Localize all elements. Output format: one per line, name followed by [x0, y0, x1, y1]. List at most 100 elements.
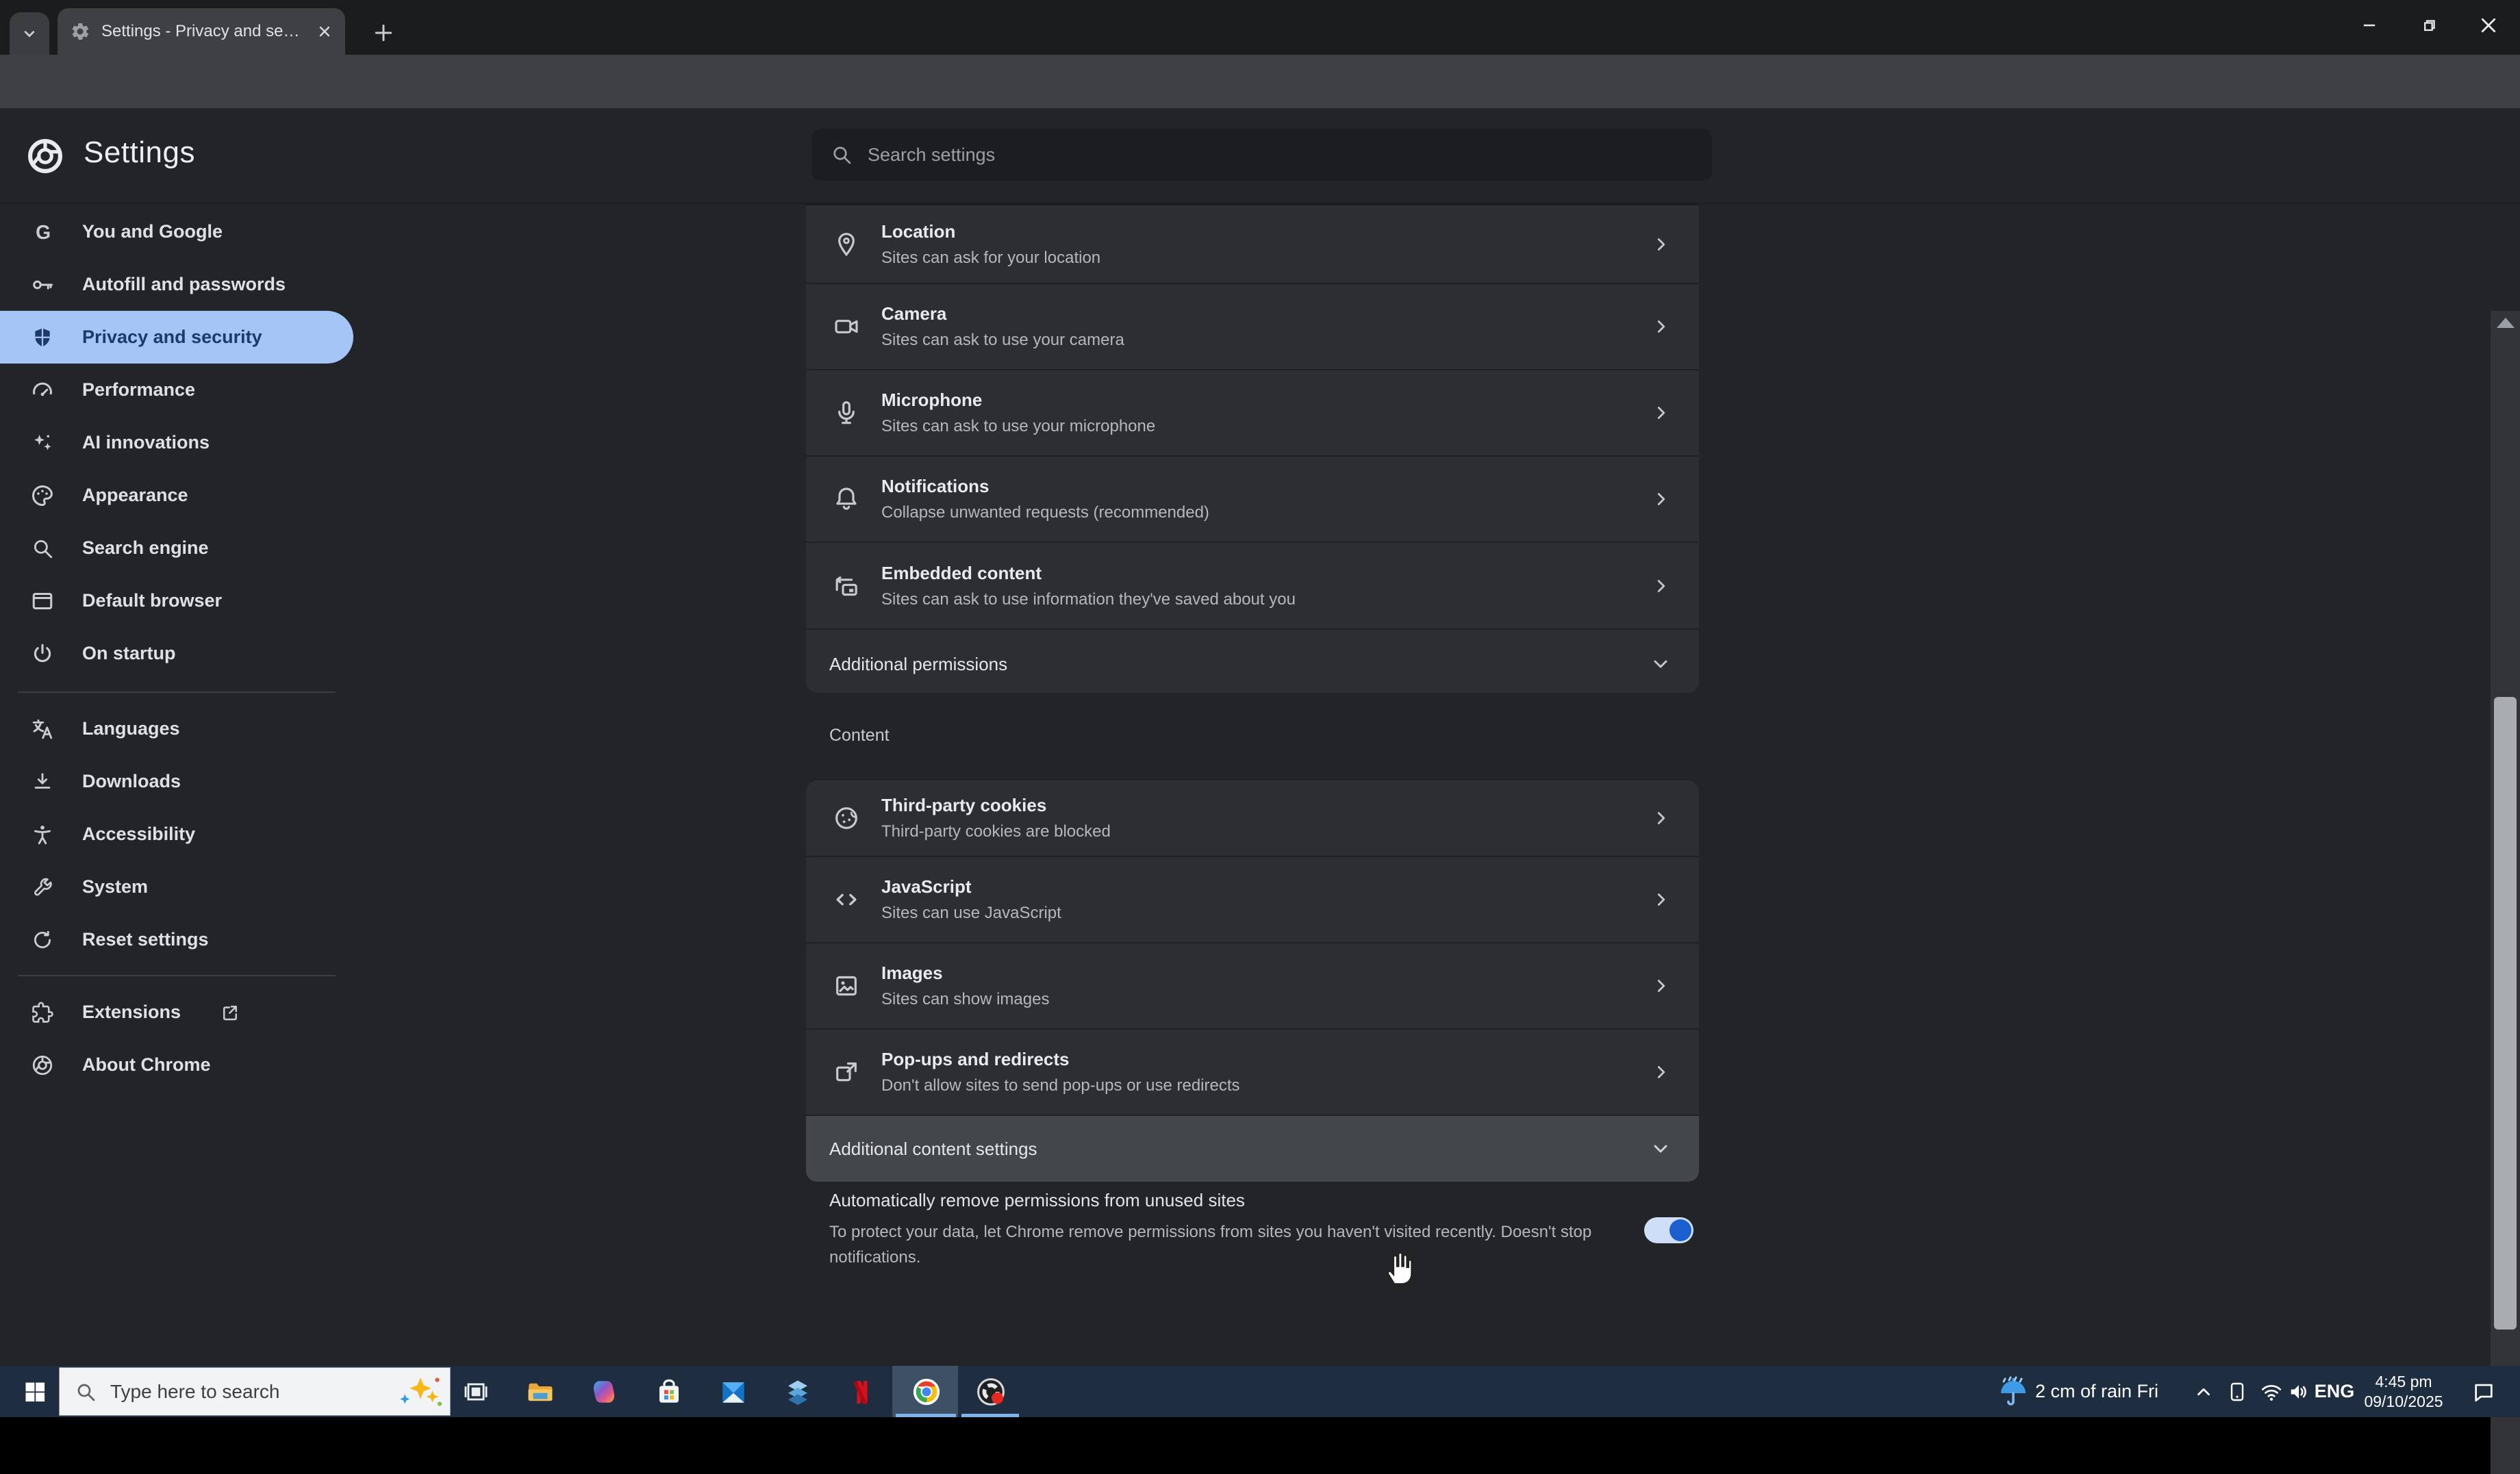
- chevron-right-icon: [1651, 489, 1672, 509]
- mail-button[interactable]: [701, 1366, 766, 1417]
- row-subtitle: Sites can ask to use your camera: [881, 331, 1124, 349]
- row-subtitle: Sites can ask to use your microphone: [881, 417, 1156, 435]
- key-icon: [29, 271, 56, 298]
- cookie-icon: [831, 802, 862, 834]
- wifi-icon: [2261, 1384, 2282, 1401]
- setting-row-camera[interactable]: Camera Sites can ask to use your camera: [806, 284, 1699, 370]
- setting-row-notifications[interactable]: Notifications Collapse unwanted requests …: [806, 457, 1699, 543]
- browser-toolbar: Chrome chrome://settings/content: [0, 55, 2520, 156]
- microsoft-store-button[interactable]: [637, 1366, 701, 1417]
- sidebar-item-reset-settings[interactable]: Reset settings: [0, 913, 353, 966]
- palette-icon: [29, 482, 56, 509]
- new-tab-button[interactable]: [366, 15, 401, 51]
- sidebar-item-system[interactable]: System: [0, 861, 353, 913]
- sidebar-item-label: Extensions: [82, 1002, 181, 1022]
- sidebar-item-extensions[interactable]: Extensions: [0, 986, 353, 1039]
- task-view-button[interactable]: [444, 1366, 508, 1417]
- obs-icon: [977, 1377, 1005, 1406]
- additional-content-settings-expander[interactable]: Additional content settings: [806, 1116, 1699, 1182]
- taskbar-search-placeholder: Type here to search: [110, 1380, 280, 1402]
- volume-icon[interactable]: [2280, 1366, 2317, 1417]
- minimize-icon: [2363, 24, 2376, 27]
- security-app-button[interactable]: [766, 1366, 830, 1417]
- chevron-right-icon: [1651, 403, 1672, 423]
- image-icon: [831, 970, 862, 1002]
- action-center-button[interactable]: [2460, 1366, 2508, 1417]
- row-subtitle: Sites can use JavaScript: [881, 904, 1061, 922]
- netflix-button[interactable]: [830, 1366, 894, 1417]
- language-indicator[interactable]: ENG: [2313, 1366, 2356, 1417]
- location-pin-icon: [831, 229, 862, 260]
- section-label-content: Content: [829, 726, 890, 745]
- sidebar-item-on-startup[interactable]: On startup: [0, 627, 353, 680]
- sidebar-item-privacy-and-security[interactable]: Privacy and security: [0, 311, 353, 364]
- row-title: Third-party cookies: [881, 795, 1047, 815]
- weather-icon[interactable]: [1989, 1366, 2037, 1417]
- phone-link-icon: [2230, 1382, 2244, 1401]
- copilot-icon: [593, 1380, 615, 1403]
- file-explorer-button[interactable]: [508, 1366, 572, 1417]
- start-button[interactable]: [12, 1366, 58, 1417]
- scrollbar-thumb[interactable]: [2494, 697, 2517, 1330]
- chrome-settings-logo-icon: [28, 139, 62, 173]
- tab-close-icon[interactable]: [316, 23, 333, 40]
- sidebar-item-label: Search engine: [82, 537, 209, 558]
- auto-remove-toggle[interactable]: [1644, 1217, 1693, 1243]
- copilot-button[interactable]: [572, 1366, 637, 1417]
- sidebar-item-ai-innovations[interactable]: AI innovations: [0, 416, 353, 469]
- task-view-icon: [464, 1382, 488, 1401]
- sidebar-item-you-and-google[interactable]: G You and Google: [0, 205, 353, 258]
- window-minimize-button[interactable]: [2340, 0, 2399, 51]
- tray-date: 09/10/2025: [2364, 1392, 2443, 1410]
- tray-device-icon[interactable]: [2219, 1366, 2256, 1417]
- taskbar-search-input[interactable]: Type here to search: [59, 1367, 451, 1416]
- setting-row-embedded-content[interactable]: Embedded content Sites can ask to use inf…: [806, 543, 1699, 630]
- setting-row-javascript[interactable]: JavaScript Sites can use JavaScript: [806, 857, 1699, 943]
- clock[interactable]: 4:45 pm 09/10/2025: [2356, 1366, 2452, 1417]
- setting-row-images[interactable]: Images Sites can show images: [806, 943, 1699, 1030]
- browser-tab[interactable]: Settings - Privacy and security: [58, 8, 345, 55]
- weather-label[interactable]: 2 cm of rain Fri: [2035, 1366, 2200, 1417]
- sidebar-item-performance[interactable]: Performance: [0, 364, 353, 416]
- window-close-button[interactable]: [2459, 0, 2518, 51]
- google-g-icon: G: [29, 218, 56, 246]
- setting-row-popups-redirects[interactable]: Pop-ups and redirects Don't allow sites t…: [806, 1030, 1699, 1116]
- chevron-right-icon: [1651, 889, 1672, 910]
- browser-window-icon: [29, 587, 56, 615]
- auto-remove-title: Automatically remove permissions from un…: [829, 1190, 1245, 1210]
- page-scrollbar[interactable]: [2491, 311, 2520, 1474]
- setting-row-location[interactable]: Location Sites can ask for your location: [806, 205, 1699, 284]
- sidebar-item-accessibility[interactable]: Accessibility: [0, 808, 353, 861]
- settings-search-input[interactable]: Search settings: [811, 129, 1712, 181]
- mail-icon: [722, 1382, 744, 1403]
- sidebar-item-about-chrome[interactable]: About Chrome: [0, 1039, 353, 1091]
- row-subtitle: Third-party cookies are blocked: [881, 822, 1111, 841]
- setting-row-microphone[interactable]: Microphone Sites can ask to use your micr…: [806, 370, 1699, 457]
- sidebar-item-default-browser[interactable]: Default browser: [0, 574, 353, 627]
- chevron-right-icon: [1651, 576, 1672, 596]
- setting-row-third-party-cookies[interactable]: Third-party cookies Third-party cookies a…: [806, 780, 1699, 857]
- additional-permissions-expander[interactable]: Additional permissions: [806, 630, 1699, 698]
- sidebar-item-appearance[interactable]: Appearance: [0, 469, 353, 522]
- reset-icon: [29, 926, 56, 954]
- scroll-up-arrow[interactable]: [2497, 318, 2515, 328]
- row-subtitle: Sites can ask to use information they've…: [881, 589, 1296, 609]
- sidebar-item-search-engine[interactable]: Search engine: [0, 522, 353, 574]
- sidebar-item-label: System: [82, 876, 149, 897]
- row-title: Notifications: [881, 476, 990, 496]
- sidebar-item-label: Downloads: [82, 771, 181, 791]
- row-subtitle: Don't allow sites to send pop-ups or use…: [881, 1076, 1240, 1095]
- sidebar-item-label: Autofill and passwords: [82, 274, 286, 294]
- sidebar-item-downloads[interactable]: Downloads: [0, 755, 353, 808]
- chrome-logo-icon: [29, 1052, 56, 1079]
- sidebar-item-label: Default browser: [82, 590, 223, 611]
- sidebar-item-autofill[interactable]: Autofill and passwords: [0, 258, 353, 311]
- window-restore-button[interactable]: [2399, 0, 2458, 51]
- tab-search-button[interactable]: [10, 12, 49, 55]
- sidebar-divider: [18, 691, 336, 693]
- obs-taskbar-button[interactable]: [959, 1366, 1023, 1417]
- chrome-taskbar-button[interactable]: [894, 1366, 959, 1417]
- tray-expand-button[interactable]: [2183, 1366, 2224, 1417]
- sidebar-item-languages[interactable]: Languages: [0, 702, 353, 755]
- row-title: Location: [881, 220, 956, 242]
